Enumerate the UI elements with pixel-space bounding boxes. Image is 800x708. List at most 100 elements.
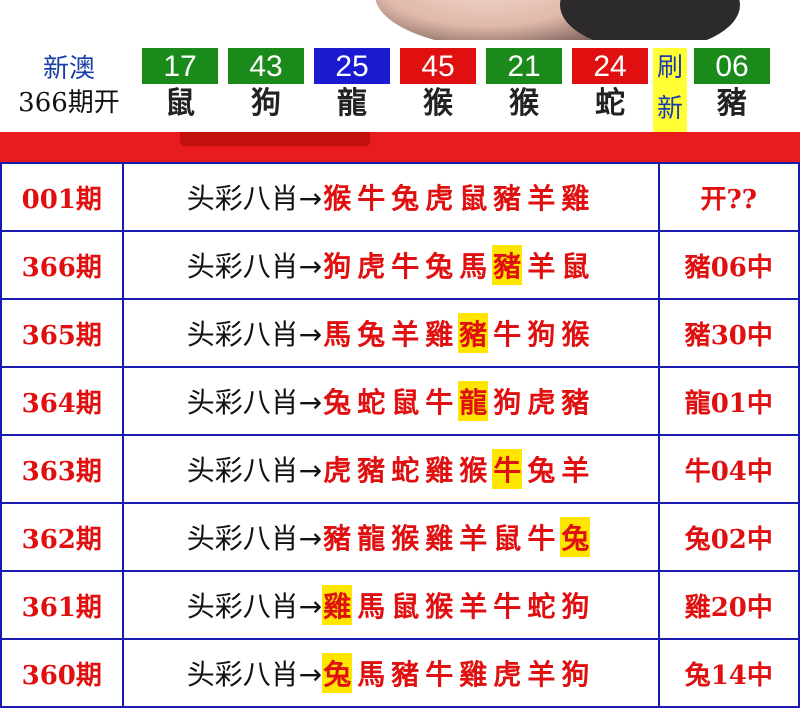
zodiac-pick: 牛 xyxy=(493,318,522,351)
zodiac-pick: 龍 xyxy=(357,522,386,555)
ball-zodiac: 蛇 xyxy=(595,86,625,121)
row-prediction: 头彩八肖→虎豬蛇雞猴牛兔羊 xyxy=(121,434,660,504)
arrow-icon: → xyxy=(298,318,323,351)
prediction-label: 头彩八肖 xyxy=(186,318,299,351)
zodiac-pick: 鼠 xyxy=(459,182,488,215)
zodiac-hit: 豬 xyxy=(492,245,523,285)
table-row: 001期 头彩八肖→猴牛兔虎鼠豬羊雞开?? xyxy=(0,162,800,232)
refresh-label-top: 刷 xyxy=(656,53,683,83)
prediction-label: 头彩八肖 xyxy=(186,386,299,419)
zodiac-pick: 羊 xyxy=(459,522,488,555)
zodiac-pick: 鼠 xyxy=(391,590,420,623)
zodiac-pick: 狗 xyxy=(561,590,590,623)
row-result: 豬30中 xyxy=(657,298,800,368)
zodiac-pick: 豬 xyxy=(391,658,420,691)
zodiac-pick: 雞 xyxy=(425,522,454,555)
zodiac-pick: 豬 xyxy=(357,454,386,487)
zodiac-pick: 虎 xyxy=(493,658,522,691)
row-prediction: 头彩八肖→兔馬豬牛雞虎羊狗 xyxy=(121,638,660,708)
top-banner-image xyxy=(0,0,800,40)
row-result: 牛04中 xyxy=(657,434,800,504)
ball-number: 06 xyxy=(694,48,770,84)
ball-zodiac: 龍 xyxy=(337,86,367,121)
prediction-label: 头彩八肖 xyxy=(186,590,299,623)
row-result: 龍01中 xyxy=(657,366,800,436)
ball-zodiac: 猴 xyxy=(423,86,453,121)
zodiac-pick: 虎 xyxy=(323,454,352,487)
zodiac-pick: 猴 xyxy=(323,182,352,215)
ball-number: 21 xyxy=(486,48,562,84)
prediction-label: 头彩八肖 xyxy=(186,182,299,215)
zodiac-pick: 羊 xyxy=(527,250,556,283)
banner-photo-hair xyxy=(560,0,740,40)
arrow-icon: → xyxy=(298,658,323,691)
row-period: 001期 xyxy=(0,162,124,232)
ball-zodiac: 狗 xyxy=(251,86,281,121)
zodiac-pick: 兔 xyxy=(323,386,352,419)
zodiac-pick: 猴 xyxy=(459,454,488,487)
ball-6: 24 蛇 xyxy=(572,48,648,124)
zodiac-pick: 牛 xyxy=(357,182,386,215)
zodiac-pick: 馬 xyxy=(323,318,352,351)
zodiac-pick: 虎 xyxy=(527,386,556,419)
zodiac-hit: 豬 xyxy=(458,313,489,353)
zodiac-pick: 羊 xyxy=(527,658,556,691)
zodiac-pick: 牛 xyxy=(493,590,522,623)
prediction-label: 头彩八肖 xyxy=(186,250,299,283)
zodiac-hit: 兔 xyxy=(322,653,353,693)
ball-2: 43 狗 xyxy=(228,48,304,124)
zodiac-pick: 馬 xyxy=(459,250,488,283)
zodiac-pick: 馬 xyxy=(357,590,386,623)
ball-number: 45 xyxy=(400,48,476,84)
arrow-icon: → xyxy=(298,182,323,215)
zodiac-pick: 雞 xyxy=(425,318,454,351)
prediction-label: 头彩八肖 xyxy=(186,522,299,555)
row-period: 366期 xyxy=(0,230,124,300)
zodiac-pick: 牛 xyxy=(425,386,454,419)
row-prediction: 头彩八肖→猴牛兔虎鼠豬羊雞 xyxy=(121,162,660,232)
row-prediction: 头彩八肖→狗虎牛兔馬豬羊鼠 xyxy=(121,230,660,300)
zodiac-pick: 豬 xyxy=(561,386,590,419)
zodiac-pick: 蛇 xyxy=(391,454,420,487)
zodiac-pick: 牛 xyxy=(527,522,556,555)
arrow-icon: → xyxy=(298,250,323,283)
refresh-label-bottom: 新 xyxy=(656,94,683,124)
zodiac-pick: 羊 xyxy=(561,454,590,487)
row-period: 362期 xyxy=(0,502,124,572)
zodiac-pick: 蛇 xyxy=(357,386,386,419)
refresh-button[interactable]: 刷 新 xyxy=(653,48,687,132)
zodiac-pick: 狗 xyxy=(493,386,522,419)
zodiac-pick: 雞 xyxy=(459,658,488,691)
red-title-band xyxy=(0,132,800,162)
table-row: 360期 头彩八肖→兔馬豬牛雞虎羊狗兔14中 xyxy=(0,638,800,708)
zodiac-hit: 雞 xyxy=(322,585,353,625)
zodiac-pick: 豬 xyxy=(493,182,522,215)
zodiac-pick: 虎 xyxy=(425,182,454,215)
row-result: 开?? xyxy=(657,162,800,232)
zodiac-pick: 鼠 xyxy=(391,386,420,419)
zodiac-hit: 龍 xyxy=(458,381,489,421)
zodiac-pick: 牛 xyxy=(391,250,420,283)
row-result: 雞20中 xyxy=(657,570,800,640)
arrow-icon: → xyxy=(298,590,323,623)
ball-3: 25 龍 xyxy=(314,48,390,124)
ball-zodiac: 鼠 xyxy=(165,86,195,121)
zodiac-pick: 猴 xyxy=(391,522,420,555)
zodiac-pick: 羊 xyxy=(391,318,420,351)
ball-number: 24 xyxy=(572,48,648,84)
zodiac-pick: 兔 xyxy=(357,318,386,351)
zodiac-pick: 鼠 xyxy=(561,250,590,283)
zodiac-pick: 馬 xyxy=(357,658,386,691)
zodiac-pick: 羊 xyxy=(527,182,556,215)
zodiac-pick: 虎 xyxy=(357,250,386,283)
ball-1: 17 鼠 xyxy=(142,48,218,124)
ball-4: 45 猴 xyxy=(400,48,476,124)
ball-7: 06 豬 xyxy=(694,48,770,124)
ball-5: 21 猴 xyxy=(486,48,562,124)
table-row: 363期 头彩八肖→虎豬蛇雞猴牛兔羊牛04中 xyxy=(0,434,800,504)
current-period: 366期开 xyxy=(18,88,120,118)
row-prediction: 头彩八肖→雞馬鼠猴羊牛蛇狗 xyxy=(121,570,660,640)
prediction-table: 001期 头彩八肖→猴牛兔虎鼠豬羊雞开?? 366期 头彩八肖→狗虎牛兔馬豬羊鼠豬06… xyxy=(0,162,800,708)
ball-number: 43 xyxy=(228,48,304,84)
row-period: 363期 xyxy=(0,434,124,504)
